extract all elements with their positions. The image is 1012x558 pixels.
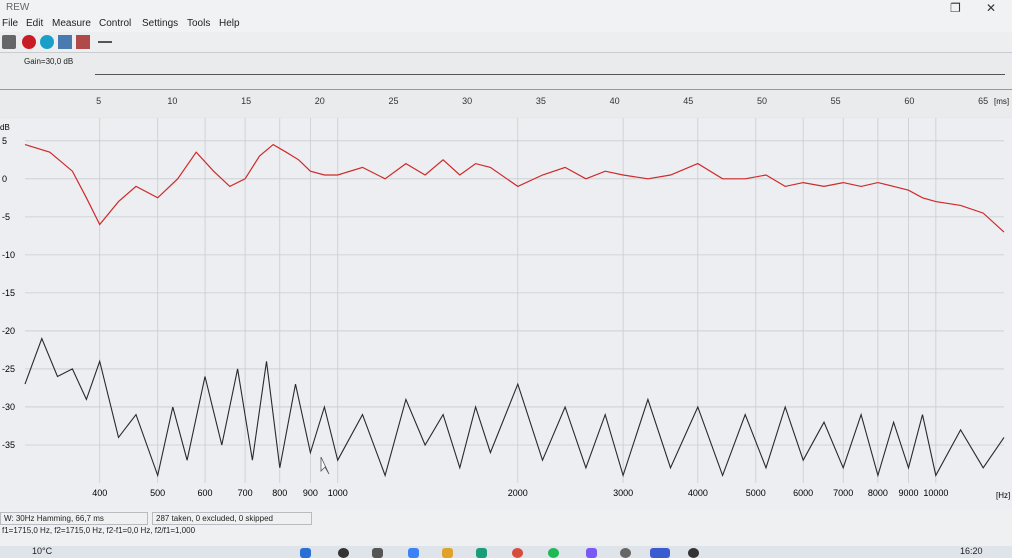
toolbar [0,32,1012,53]
edge-icon[interactable] [476,548,487,558]
taskbar: 10°C 16:20 [0,546,1012,558]
weather-temp: 10°C [32,546,53,556]
y-tick-label: -10 [2,250,15,260]
spotify-icon[interactable] [548,548,559,558]
x-tick-label: 8000 [868,488,888,498]
app-icon-4[interactable] [620,548,631,558]
time-tick-label: 60 [904,96,915,106]
menu-settings[interactable]: Settings [142,18,178,29]
y-axis-unit: dB [0,123,10,132]
search-icon[interactable] [338,548,349,558]
menu-help[interactable]: Help [219,18,240,29]
gain-slider-track[interactable] [95,74,1005,75]
close-window-icon[interactable]: ✕ [986,1,996,15]
restore-window-icon[interactable]: ❐ [950,1,961,15]
time-tick-label: 30 [462,96,473,106]
menu-tools[interactable]: Tools [187,18,210,29]
time-tick-label: 10 [167,96,178,106]
x-tick-label: 700 [238,488,253,498]
plot-background [0,118,1012,510]
meter-icon[interactable] [40,35,54,49]
time-axis-unit: [ms] [994,97,1010,106]
x-tick-label: 3000 [613,488,633,498]
level-icon-2[interactable] [76,35,90,49]
status-averages: 287 taken, 0 excluded, 0 skipped [152,512,312,525]
pin-icon[interactable] [98,35,112,43]
menu-control[interactable]: Control [99,18,131,29]
status-window: W: 30Hz Hamming, 66,7 ms [0,512,148,525]
app-icon-2[interactable] [512,548,523,558]
time-tick-label: 25 [388,96,399,106]
menu-bar: File Edit Measure Control Settings Tools… [0,16,1012,32]
time-tick-label: 50 [756,96,768,106]
app-title: REW [6,2,30,13]
x-tick-label: 6000 [793,488,813,498]
y-tick-label: 0 [2,174,7,184]
x-tick-label: 10000 [923,488,948,498]
time-tick-label: 55 [830,96,841,106]
app-icon-3[interactable] [586,548,597,558]
time-tick-label: 65 [978,96,989,106]
x-tick-label: 600 [198,488,213,498]
folder-icon[interactable] [442,548,453,558]
time-tick-label: 15 [241,96,252,106]
y-tick-label: -20 [2,326,15,336]
time-axis-line [0,89,1012,90]
y-tick-label: 5 [2,136,7,146]
x-tick-label: 7000 [833,488,853,498]
menu-edit[interactable]: Edit [26,18,43,29]
title-bar: REW ❐ ✕ [0,0,1012,16]
y-tick-label: -15 [2,288,15,298]
x-tick-label: 1000 [328,488,348,498]
time-tick-label: 20 [314,96,325,106]
start-icon[interactable] [300,548,311,558]
x-tick-label: 4000 [688,488,708,498]
time-axis-panel: Gain=30,0 dB 5 10 15 20 25 30 35 40 45 50 55 60 65 [… [0,53,1012,117]
x-tick-label: 500 [150,488,165,498]
rew-taskbar-icon[interactable] [650,548,670,558]
x-tick-label: 9000 [898,488,918,498]
frequency-response-plot[interactable]: 5 0 -5 -10 -15 -20 -25 -30 -35 400 500 600 700 800 90… [0,118,1012,510]
app-icon-1[interactable] [408,548,419,558]
y-tick-label: -35 [2,440,15,450]
x-tick-label: 400 [92,488,107,498]
x-tick-label: 5000 [746,488,766,498]
app-icon-5[interactable] [688,548,699,558]
time-tick-label: 45 [683,96,694,106]
clock: 16:20 [960,546,983,556]
y-tick-label: -25 [2,364,15,374]
status-cursor-readout: f1=1715,0 Hz, f2=1715,0 Hz, f2-f1=0,0 Hz… [2,526,196,535]
time-tick-label: 40 [609,96,620,106]
x-axis-unit: [Hz] [996,491,1010,500]
gain-label: Gain=30,0 dB [24,57,74,66]
x-tick-label: 800 [272,488,287,498]
menu-file[interactable]: File [2,18,18,29]
taskview-icon[interactable] [372,548,383,558]
save-icon[interactable] [2,35,16,49]
x-tick-label: 900 [303,488,318,498]
status-bar: W: 30Hz Hamming, 66,7 ms 287 taken, 0 ex… [0,510,1012,546]
y-tick-label: -30 [2,402,15,412]
y-tick-label: -5 [2,212,10,222]
time-tick-label: 5 [96,96,102,106]
record-icon[interactable] [22,35,36,49]
time-tick-label: 35 [535,96,546,106]
menu-measure[interactable]: Measure [52,18,91,29]
level-icon[interactable] [58,35,72,49]
x-tick-label: 2000 [508,488,528,498]
